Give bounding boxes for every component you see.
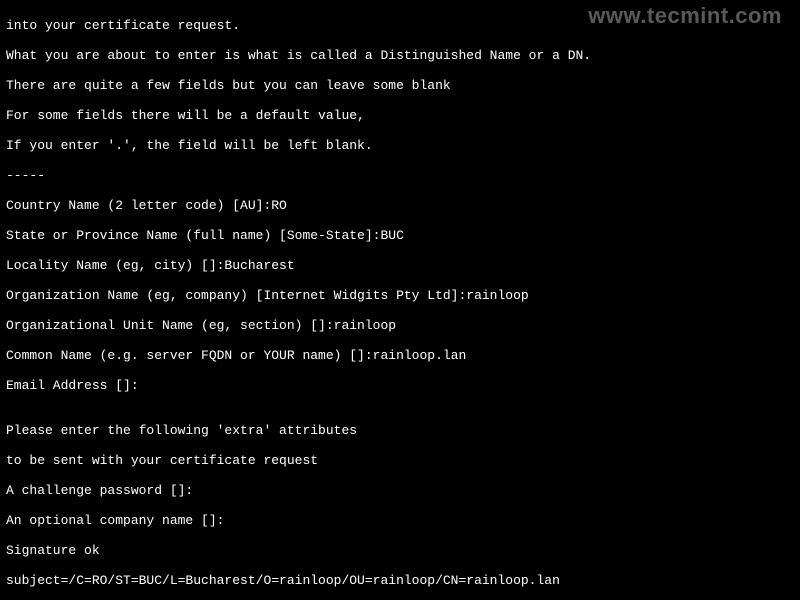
output-line: to be sent with your certificate request	[6, 453, 794, 468]
output-line: Signature ok	[6, 543, 794, 558]
output-line: What you are about to enter is what is c…	[6, 48, 794, 63]
dn-field-line: Common Name (e.g. server FQDN or YOUR na…	[6, 348, 794, 363]
output-line: Please enter the following 'extra' attri…	[6, 423, 794, 438]
output-line: subject=/C=RO/ST=BUC/L=Bucharest/O=rainl…	[6, 573, 794, 588]
output-line: An optional company name []:	[6, 513, 794, 528]
dn-field-line: Organizational Unit Name (eg, section) […	[6, 318, 794, 333]
dn-field-line: State or Province Name (full name) [Some…	[6, 228, 794, 243]
dn-field-line: Organization Name (eg, company) [Interne…	[6, 288, 794, 303]
output-line: There are quite a few fields but you can…	[6, 78, 794, 93]
dn-field-line: Email Address []:	[6, 378, 794, 393]
dn-field-line: Country Name (2 letter code) [AU]:RO	[6, 198, 794, 213]
dn-field-line: Locality Name (eg, city) []:Bucharest	[6, 258, 794, 273]
output-line: A challenge password []:	[6, 483, 794, 498]
output-line: If you enter '.', the field will be left…	[6, 138, 794, 153]
output-line: -----	[6, 168, 794, 183]
output-line: For some fields there will be a default …	[6, 108, 794, 123]
output-line: into your certificate request.	[6, 18, 794, 33]
terminal-output[interactable]: into your certificate request. What you …	[0, 0, 800, 600]
